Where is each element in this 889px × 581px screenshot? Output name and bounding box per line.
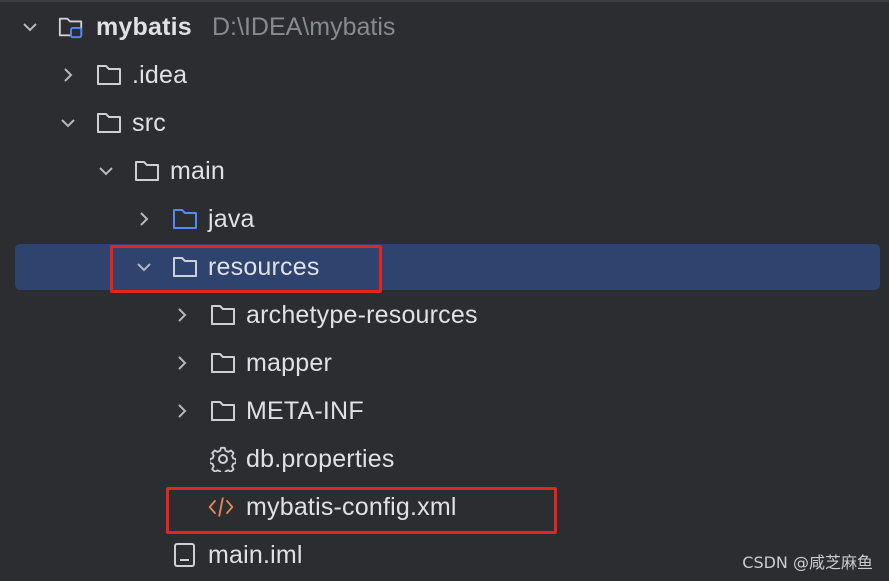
chevron-right-icon[interactable] bbox=[135, 210, 153, 228]
chevron-down-icon[interactable] bbox=[59, 114, 77, 132]
top-border bbox=[0, 0, 889, 2]
folder-icon bbox=[134, 158, 160, 184]
folder-icon bbox=[96, 62, 122, 88]
tree-item-label: .idea bbox=[132, 60, 188, 89]
chevron-down-icon[interactable] bbox=[97, 162, 115, 180]
tree-item-src[interactable]: src bbox=[15, 100, 880, 146]
tree-item-label: src bbox=[132, 108, 166, 137]
tree-item-label: main bbox=[170, 156, 225, 185]
chevron-right-icon[interactable] bbox=[173, 354, 191, 372]
module-folder-icon bbox=[58, 14, 84, 40]
tree-item-mapper[interactable]: mapper bbox=[15, 340, 880, 386]
tree-item-idea[interactable]: .idea bbox=[15, 52, 880, 98]
tree-item-root-mybatis[interactable]: mybatis D:\IDEA\mybatis bbox=[15, 4, 880, 50]
tree-item-label: java bbox=[208, 204, 255, 233]
gear-icon bbox=[210, 446, 236, 472]
tree-item-db-properties[interactable]: db.properties bbox=[15, 436, 880, 482]
chevron-right-icon[interactable] bbox=[173, 402, 191, 420]
folder-icon bbox=[210, 350, 236, 376]
folder-icon bbox=[210, 398, 236, 424]
folder-icon bbox=[210, 302, 236, 328]
highlight-box-resources bbox=[110, 245, 382, 293]
tree-item-label: db.properties bbox=[246, 444, 395, 473]
tree-item-label: META-INF bbox=[246, 396, 364, 425]
chevron-right-icon[interactable] bbox=[173, 306, 191, 324]
tree-item-label: mapper bbox=[246, 348, 332, 377]
chevron-right-icon[interactable] bbox=[59, 66, 77, 84]
tree-item-archetype-resources[interactable]: archetype-resources bbox=[15, 292, 880, 338]
project-tree: mybatis D:\IDEA\mybatis .idea src main j… bbox=[0, 4, 889, 581]
root-project-path: D:\IDEA\mybatis bbox=[212, 12, 396, 41]
iml-file-icon bbox=[172, 542, 198, 568]
source-folder-icon bbox=[172, 206, 198, 232]
tree-item-main[interactable]: main bbox=[15, 148, 880, 194]
chevron-down-icon[interactable] bbox=[21, 18, 39, 36]
tree-item-label: archetype-resources bbox=[246, 300, 478, 329]
tree-item-meta-inf[interactable]: META-INF bbox=[15, 388, 880, 434]
tree-item-label: main.iml bbox=[208, 540, 303, 569]
root-project-name: mybatis bbox=[96, 12, 192, 41]
tree-item-java[interactable]: java bbox=[15, 196, 880, 242]
highlight-box-mybatis-config bbox=[166, 487, 557, 534]
folder-icon bbox=[96, 110, 122, 136]
watermark: CSDN @咸芝麻鱼 bbox=[742, 553, 873, 572]
